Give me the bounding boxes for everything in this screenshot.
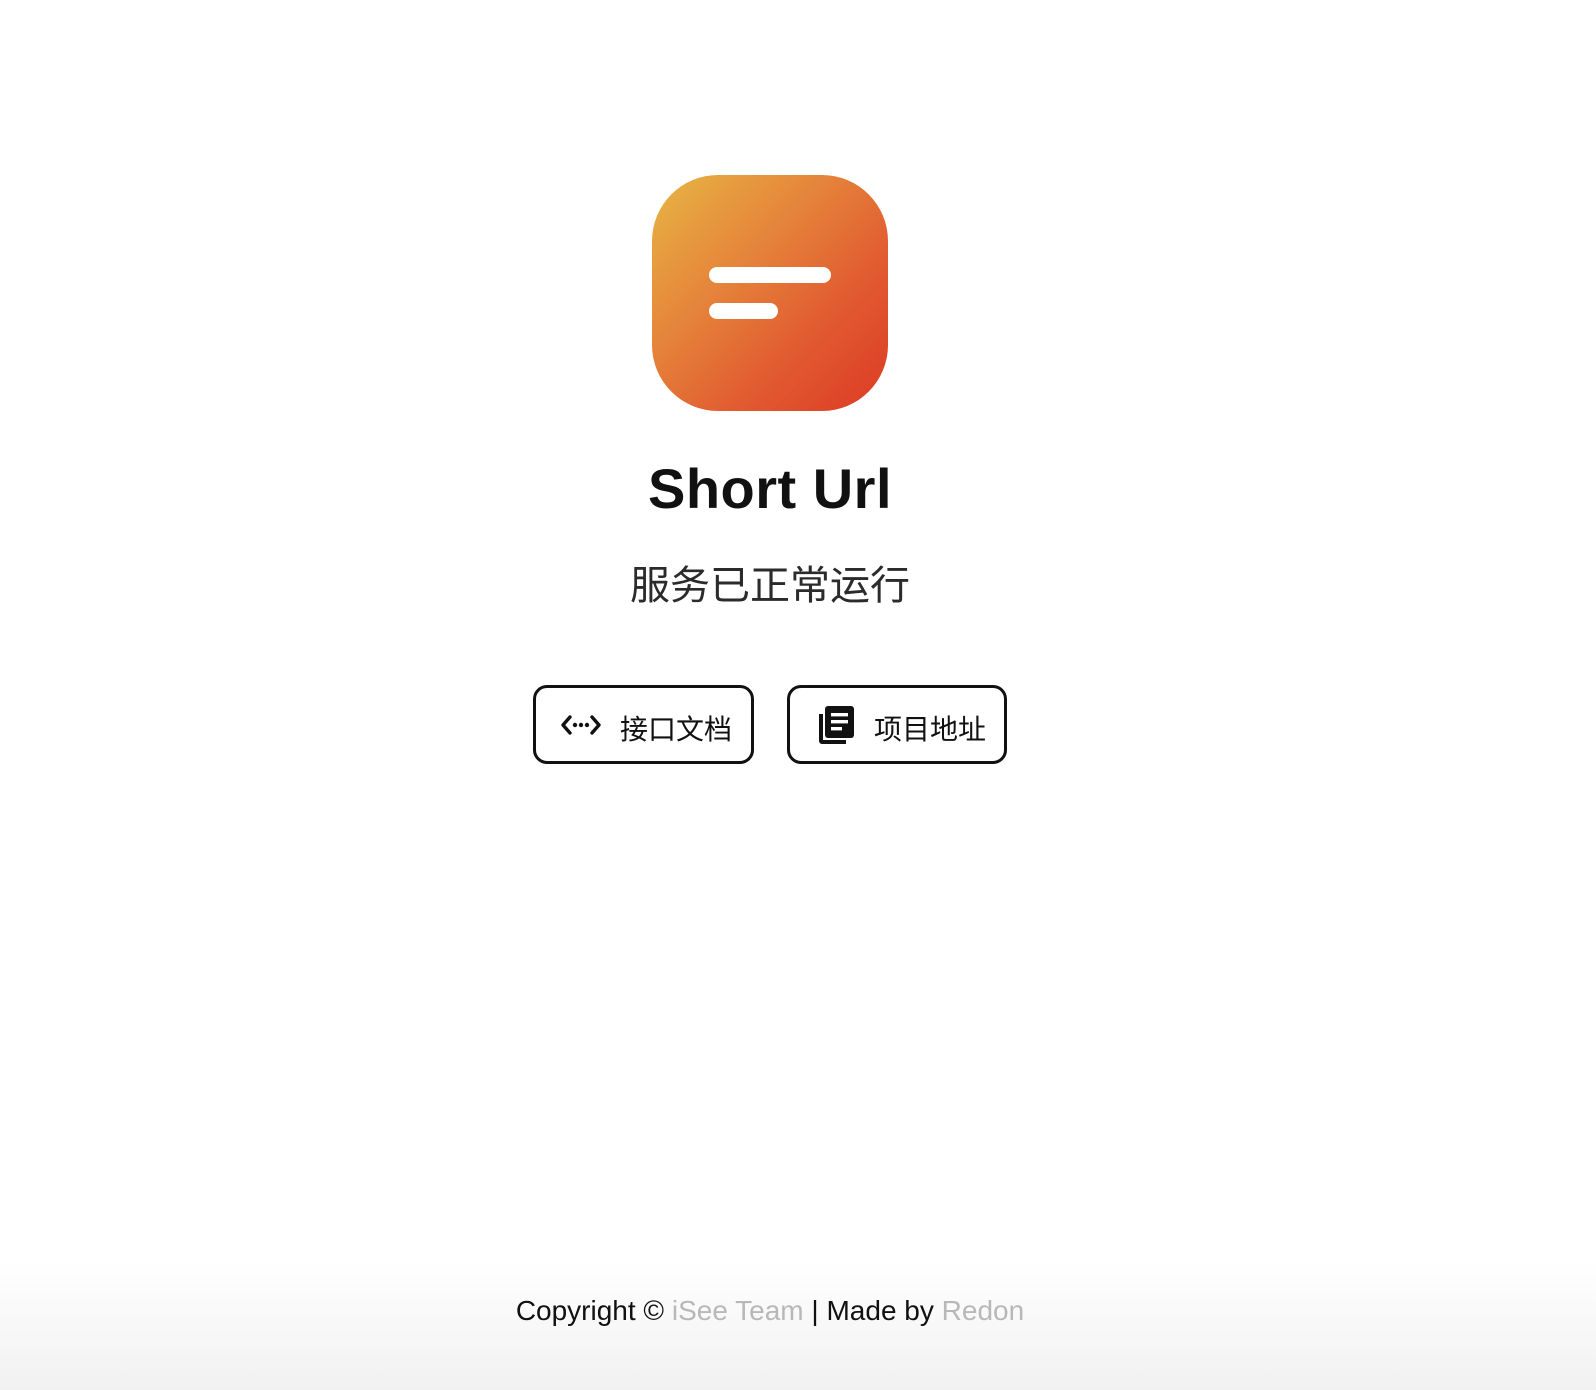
api-docs-label: 接口文档 <box>620 713 733 746</box>
api-docs-button[interactable]: 接口文档 <box>533 685 754 764</box>
author-link[interactable]: Redon <box>942 1295 1025 1326</box>
team-link[interactable]: iSee Team <box>672 1295 804 1326</box>
made-by-text: Made by <box>826 1295 934 1326</box>
project-repo-label: 项目地址 <box>874 713 987 746</box>
library-books-icon <box>819 706 854 744</box>
code-brackets-icon <box>561 715 601 735</box>
page: Short Url 服务已正常运行 接口文档 项目地址 Copyright © … <box>0 0 1596 1390</box>
status-text: 服务已正常运行 <box>630 563 910 609</box>
app-logo <box>652 175 888 411</box>
copyright-text: Copyright © <box>515 1295 665 1326</box>
footer-separator: | <box>811 1295 819 1326</box>
footer: Copyright © iSee Team | Made by Redon <box>0 1295 1540 1327</box>
short-lines-icon <box>709 267 831 319</box>
project-repo-button[interactable]: 项目地址 <box>787 685 1007 764</box>
page-title: Short Url <box>647 457 893 520</box>
